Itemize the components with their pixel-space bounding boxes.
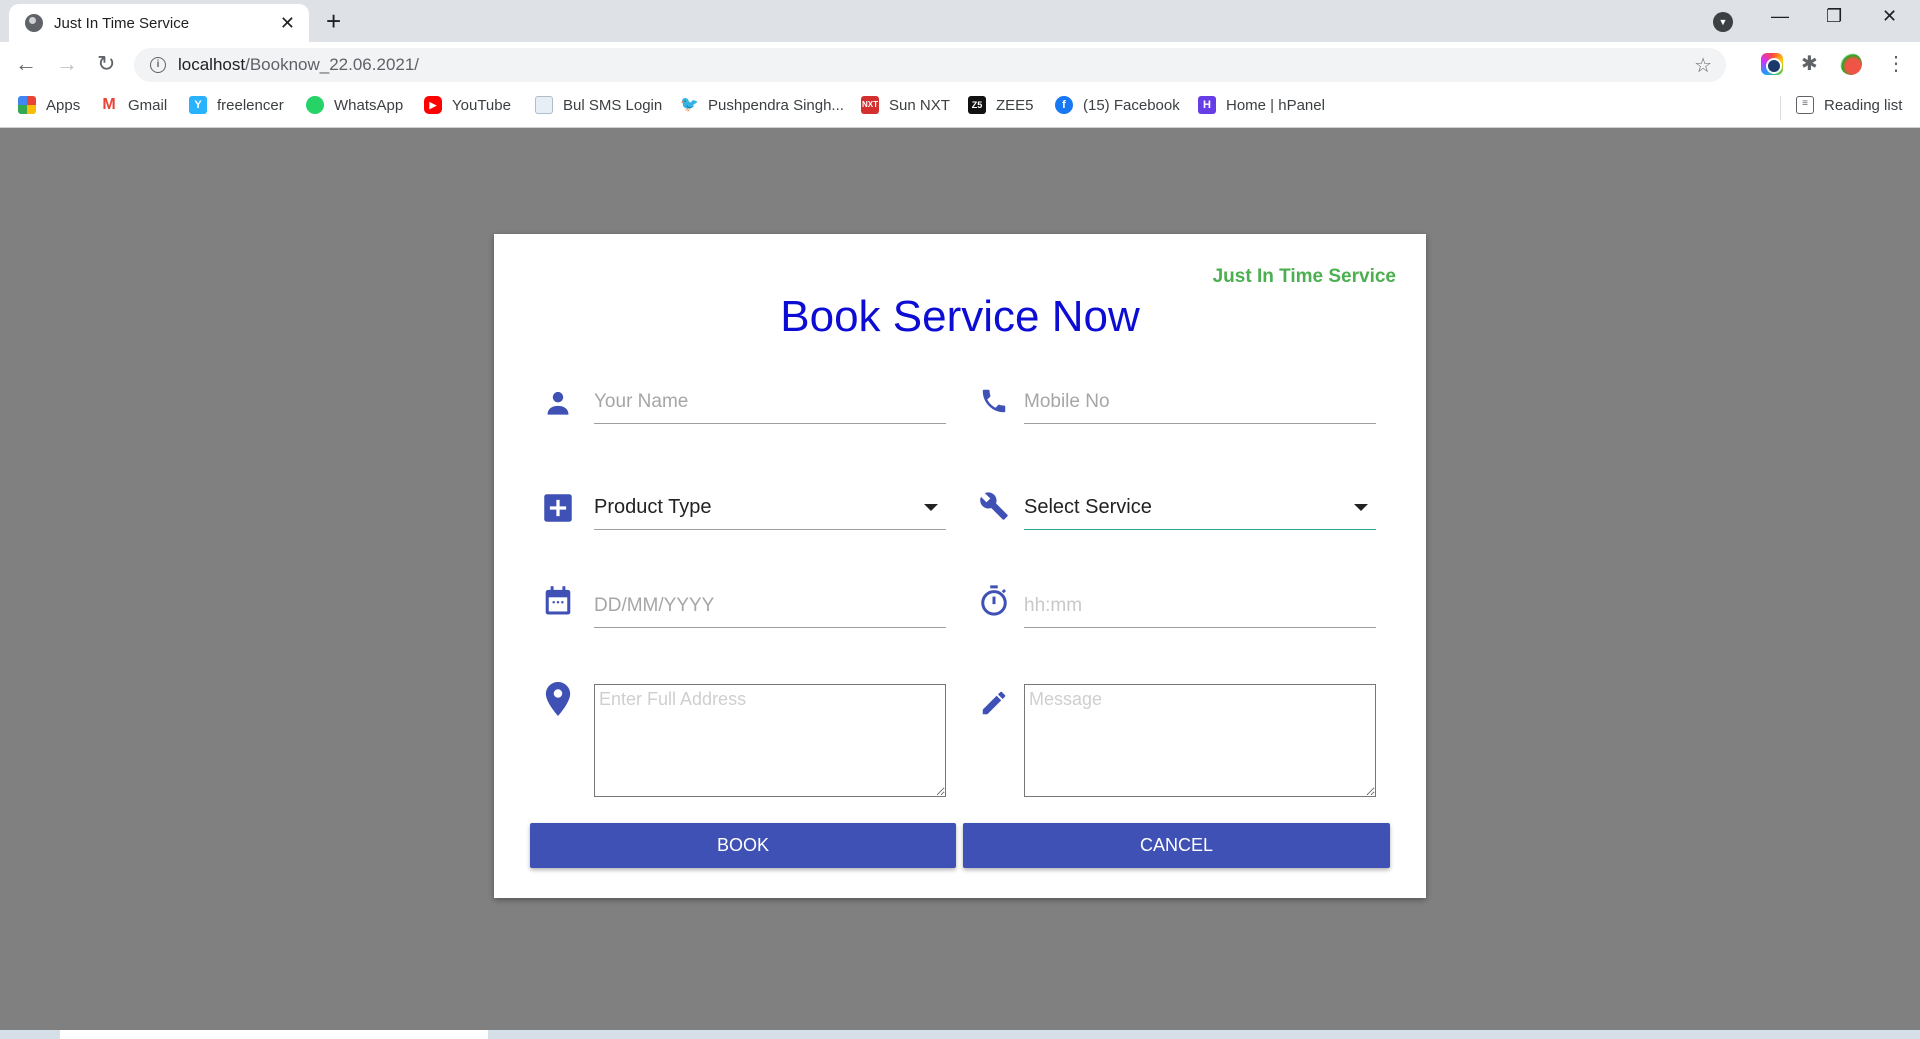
tab-strip: Just In Time Service ✕ + ▼ — ❐ ✕	[0, 0, 1920, 42]
close-tab-icon[interactable]: ✕	[280, 13, 295, 34]
bookmark-label: Pushpendra Singh...	[708, 96, 844, 114]
dropdown-arrow-icon	[1354, 504, 1368, 511]
freelancer-icon: Y	[189, 96, 207, 114]
booking-card: Just In Time Service Book Service Now Pr…	[494, 234, 1426, 898]
bookmark-apps[interactable]: Apps	[18, 96, 80, 114]
time-input[interactable]	[1024, 584, 1376, 628]
os-taskbar	[0, 1030, 1920, 1039]
bookmark-label: Bul SMS Login	[563, 96, 663, 114]
bookmark-whatsapp[interactable]: WhatsApp	[306, 96, 403, 114]
restore-icon[interactable]: ❐	[1826, 6, 1842, 27]
bookmark-label: Apps	[46, 96, 81, 114]
tab-title: Just In Time Service	[54, 14, 190, 32]
bookmark-twitter[interactable]: 🐦 Pushpendra Singh...	[680, 96, 844, 114]
product-type-value: Product Type	[594, 496, 712, 518]
cancel-button[interactable]: CANCEL	[963, 823, 1390, 868]
browser-tab[interactable]: Just In Time Service ✕	[9, 4, 309, 42]
globe-icon	[25, 14, 43, 32]
phone-icon	[979, 386, 1009, 416]
sunnxt-icon: NXT	[861, 96, 879, 114]
apps-grid-icon	[18, 96, 36, 114]
url-host: localhost	[178, 55, 246, 74]
bookmark-label: YouTube	[452, 96, 511, 114]
stopwatch-icon	[979, 585, 1009, 616]
calendar-icon	[543, 586, 573, 616]
new-tab-button[interactable]: +	[326, 7, 341, 35]
mobile-input[interactable]	[1024, 380, 1376, 424]
service-value: Select Service	[1024, 496, 1152, 518]
reading-list-label: Reading list	[1824, 96, 1903, 114]
fruit-extension-icon[interactable]	[1840, 53, 1862, 75]
page-title: Book Service Now	[780, 292, 1140, 341]
bookmark-sun-nxt[interactable]: NXT Sun NXT	[861, 96, 950, 114]
address-bar[interactable]: i localhost /Booknow_22.06.2021/ ☆	[134, 48, 1726, 82]
service-select[interactable]: Select Service	[1024, 486, 1376, 530]
youtube-icon: ▶	[424, 96, 442, 114]
twitter-icon: 🐦	[680, 96, 699, 113]
reading-list-icon: ≡	[1796, 96, 1814, 114]
back-icon[interactable]: ←	[15, 51, 37, 77]
tab-search-icon[interactable]: ▼	[1713, 12, 1733, 32]
gmail-icon: M	[102, 96, 116, 113]
bookmark-label: Home | hPanel	[1226, 96, 1325, 114]
camera-extension-icon[interactable]	[1761, 53, 1783, 75]
bookmark-gmail[interactable]: M Gmail	[100, 96, 167, 114]
bookmark-bul-sms[interactable]: Bul SMS Login	[535, 96, 662, 114]
reload-icon[interactable]: ↻	[97, 51, 115, 77]
bookmark-label: Gmail	[128, 96, 168, 114]
document-icon	[535, 96, 553, 114]
bookmark-label: freelencer	[217, 96, 284, 114]
bookmarks-divider	[1780, 96, 1781, 120]
brand-label: Just In Time Service	[1212, 266, 1396, 287]
address-textarea[interactable]	[594, 684, 946, 797]
add-box-icon	[543, 493, 573, 523]
forward-icon[interactable]: →	[56, 51, 78, 77]
bookmark-youtube[interactable]: ▶ YouTube	[424, 96, 511, 114]
extensions-puzzle-icon[interactable]: ✱	[1801, 51, 1823, 75]
bookmarks-bar: Apps M Gmail Y freelencer WhatsApp ▶ You…	[0, 88, 1920, 128]
dropdown-arrow-icon	[924, 504, 938, 511]
zee5-icon: Z5	[968, 96, 986, 114]
hostinger-icon: H	[1198, 96, 1216, 114]
bookmark-label: Sun NXT	[889, 96, 950, 114]
window-close-icon[interactable]: ✕	[1882, 6, 1897, 27]
bookmark-label: WhatsApp	[334, 96, 404, 114]
bookmark-label: (15) Facebook	[1083, 96, 1180, 114]
taskbar-active-app[interactable]	[60, 1030, 488, 1039]
date-input[interactable]	[594, 584, 946, 628]
pencil-icon	[979, 688, 1009, 718]
whatsapp-icon	[306, 96, 324, 114]
facebook-icon: f	[1055, 96, 1073, 114]
bookmark-label: ZEE5	[996, 96, 1034, 114]
bookmark-freelencer[interactable]: Y freelencer	[189, 96, 284, 114]
reading-list-button[interactable]: ≡ Reading list	[1796, 96, 1902, 114]
location-pin-icon	[543, 682, 573, 716]
bookmark-star-icon[interactable]: ☆	[1694, 53, 1712, 78]
wrench-icon	[979, 491, 1009, 521]
browser-menu-icon[interactable]: ⋮	[1886, 51, 1906, 76]
bookmark-zee5[interactable]: Z5 ZEE5	[968, 96, 1034, 114]
name-input[interactable]	[594, 380, 946, 424]
url-path: /Booknow_22.06.2021/	[245, 55, 420, 74]
person-icon	[543, 388, 573, 418]
bookmark-hpanel[interactable]: H Home | hPanel	[1198, 96, 1325, 114]
product-type-select[interactable]: Product Type	[594, 486, 946, 530]
message-textarea[interactable]	[1024, 684, 1376, 797]
minimize-icon[interactable]: —	[1771, 6, 1789, 27]
browser-toolbar: ← → ↻ i localhost /Booknow_22.06.2021/ ☆…	[0, 42, 1920, 88]
bookmark-facebook[interactable]: f (15) Facebook	[1055, 96, 1180, 114]
site-info-icon[interactable]: i	[150, 57, 166, 73]
book-button[interactable]: BOOK	[530, 823, 956, 868]
